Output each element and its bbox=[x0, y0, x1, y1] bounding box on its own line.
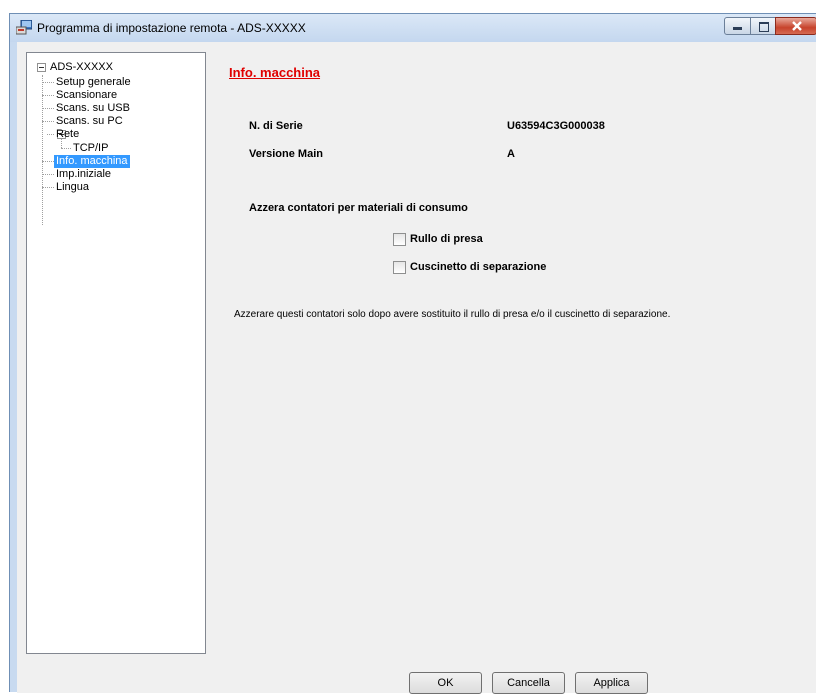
pickup-roller-checkbox[interactable] bbox=[393, 233, 406, 246]
close-button[interactable] bbox=[775, 17, 816, 35]
title-bar[interactable]: Programma di impostazione remota - ADS-X… bbox=[10, 14, 816, 42]
tree-connector bbox=[42, 161, 54, 162]
tree-item-scans-pc[interactable]: Scans. su PC bbox=[54, 115, 125, 128]
tree-item-scans-usb[interactable]: Scans. su USB bbox=[54, 102, 132, 115]
tree-connector bbox=[42, 95, 54, 96]
serial-label: N. di Serie bbox=[249, 120, 303, 132]
tree-connector bbox=[61, 148, 71, 149]
separation-pad-checkbox[interactable] bbox=[393, 261, 406, 274]
tree-connector bbox=[42, 82, 54, 83]
tree-item-tcp-ip[interactable]: TCP/IP bbox=[71, 142, 110, 155]
tree-connector bbox=[42, 121, 54, 122]
separation-pad-checkbox-row[interactable]: Cuscinetto di separazione bbox=[393, 261, 573, 275]
minimize-button[interactable] bbox=[724, 17, 751, 35]
app-icon bbox=[15, 19, 33, 35]
pickup-roller-checkbox-row[interactable]: Rullo di presa bbox=[393, 233, 513, 247]
tree-item-rete[interactable]: Rete bbox=[54, 128, 81, 141]
pickup-roller-label[interactable]: Rullo di presa bbox=[410, 233, 483, 245]
maximize-icon bbox=[759, 22, 769, 32]
version-label: Versione Main bbox=[249, 148, 323, 160]
version-value: A bbox=[507, 148, 515, 160]
tree-item-info-macchina[interactable]: Info. macchina bbox=[54, 155, 130, 168]
dialog-client-area: ADS-XXXXX Setup generale Scansionare Sca… bbox=[17, 42, 816, 694]
serial-value: U63594C3G000038 bbox=[507, 120, 605, 132]
reset-note: Azzerare questi contatori solo dopo aver… bbox=[234, 309, 671, 320]
tree-connector bbox=[42, 174, 54, 175]
window-title: Programma di impostazione remota - ADS-X… bbox=[37, 21, 306, 35]
settings-tree[interactable]: ADS-XXXXX Setup generale Scansionare Sca… bbox=[26, 52, 206, 654]
collapse-toggle-icon[interactable] bbox=[37, 63, 46, 72]
tree-connector bbox=[42, 75, 43, 225]
reset-counters-heading: Azzera contatori per materiali di consum… bbox=[249, 202, 468, 214]
tree-connector bbox=[47, 134, 54, 135]
ok-button[interactable]: OK bbox=[409, 672, 482, 694]
tree-item-scansionare[interactable]: Scansionare bbox=[54, 89, 119, 102]
maximize-button[interactable] bbox=[750, 17, 776, 35]
tree-item-root[interactable]: ADS-XXXXX bbox=[48, 61, 115, 74]
app-window: Programma di impostazione remota - ADS-X… bbox=[9, 13, 816, 694]
separation-pad-label[interactable]: Cuscinetto di separazione bbox=[410, 261, 546, 273]
tree-item-lingua[interactable]: Lingua bbox=[54, 181, 91, 194]
page-title: Info. macchina bbox=[229, 65, 321, 80]
cancel-button[interactable]: Cancella bbox=[492, 672, 565, 694]
apply-button[interactable]: Applica bbox=[575, 672, 648, 694]
close-icon bbox=[791, 19, 803, 36]
minimize-icon bbox=[733, 27, 742, 30]
tree-connector bbox=[42, 108, 54, 109]
tree-item-setup-generale[interactable]: Setup generale bbox=[54, 76, 133, 89]
tree-connector bbox=[42, 187, 54, 188]
tree-item-imp-iniziale[interactable]: Imp.iniziale bbox=[54, 168, 113, 181]
